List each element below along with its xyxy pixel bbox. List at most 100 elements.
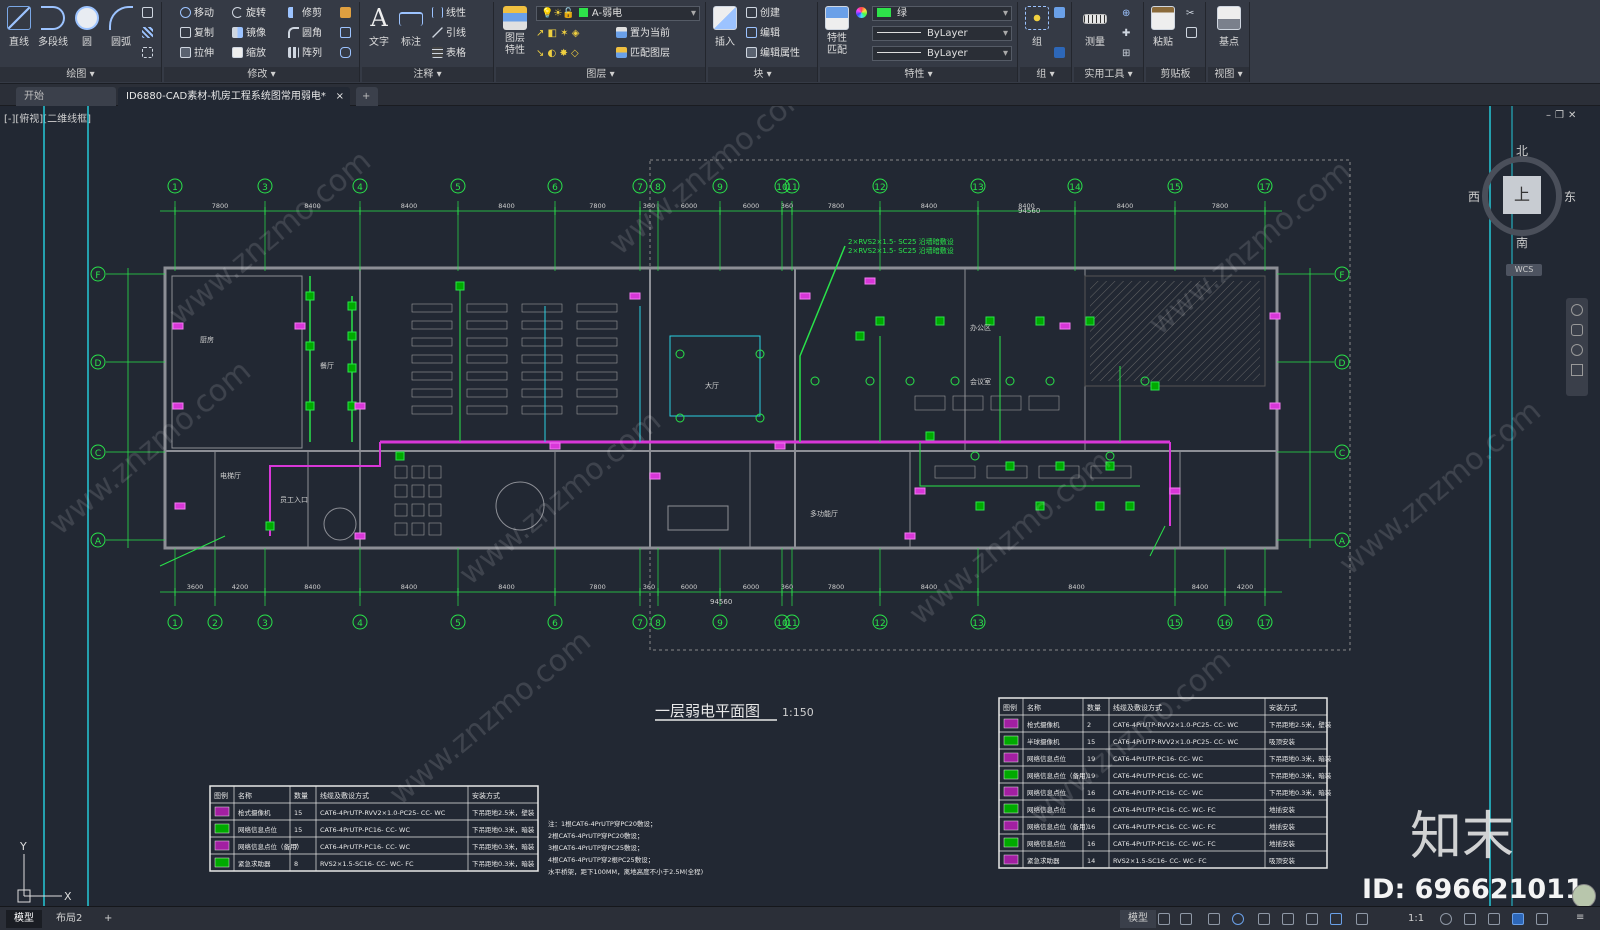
arc-button[interactable]: 圆弧 [106, 6, 136, 48]
create-block-button[interactable]: 创建 [746, 6, 780, 22]
tab-layout2[interactable]: 布局2 [48, 910, 90, 928]
close-viewport-icon[interactable]: ✕ [1568, 110, 1580, 121]
lineweight-dropdown[interactable]: ByLayer ▾ [872, 46, 1012, 61]
insert-button[interactable]: 插入 [710, 6, 740, 48]
lineweight-icon[interactable] [1306, 913, 1318, 925]
utility-tool-2[interactable]: ✚ [1122, 26, 1130, 42]
selection-cycle-icon[interactable] [1330, 913, 1342, 925]
layer-dropdown[interactable]: 💡☀🔓 A-弱电 ▾ [536, 6, 700, 21]
scale-button[interactable]: 缩放 [232, 46, 266, 62]
grid-icon[interactable] [1158, 913, 1170, 925]
tab-start[interactable]: 开始 [16, 87, 116, 106]
compass-south[interactable]: 南 [1516, 234, 1528, 251]
color-dropdown[interactable]: 绿 ▾ [872, 6, 1012, 21]
compass-east[interactable]: 东 [1564, 188, 1576, 205]
clipboard-panel-footer[interactable]: 剪贴板 [1146, 67, 1205, 82]
block-panel-footer[interactable]: 块 ▾ [708, 67, 817, 82]
zoom-icon[interactable] [1571, 344, 1583, 356]
region-button[interactable] [142, 46, 156, 62]
match-layer-button[interactable]: 匹配图层 [616, 46, 670, 62]
restore-icon[interactable]: ❐ [1555, 110, 1568, 121]
explode-button[interactable] [340, 26, 354, 42]
trim-button[interactable]: 修剪 [288, 6, 322, 22]
customization-icon[interactable]: ≡ [1576, 913, 1588, 925]
avatar[interactable] [1572, 884, 1596, 906]
linear-button[interactable]: 线性 [432, 6, 466, 22]
hardware-accel-icon[interactable] [1512, 913, 1524, 925]
copy-clip-button[interactable] [1186, 26, 1200, 42]
tab-model[interactable]: 模型 [6, 910, 42, 928]
layer-tools-row-2[interactable]: ↘ ◐ ✸ ◇ [536, 46, 579, 62]
match-properties-button[interactable]: 特性 匹配 [822, 6, 852, 57]
text-button[interactable]: A 文字 [364, 6, 394, 48]
annotation-visibility-icon[interactable] [1356, 913, 1368, 925]
make-current-button[interactable]: 置为当前 [616, 26, 670, 42]
table-button[interactable]: 表格 [432, 46, 466, 62]
mirror-button[interactable]: 镜像 [232, 26, 266, 42]
groups-panel-footer[interactable]: 组 ▾ [1020, 67, 1071, 82]
modify-panel-footer[interactable]: 修改 ▾ [164, 67, 359, 82]
viewcube-top-face[interactable]: 上 [1503, 176, 1541, 214]
plus-icon[interactable] [1464, 913, 1476, 925]
circle-button[interactable]: 圆 [72, 6, 102, 48]
paste-button[interactable]: 粘贴 [1148, 6, 1178, 48]
wcs-menu[interactable]: WCS [1506, 264, 1542, 276]
cut-button[interactable]: ✂ [1186, 6, 1194, 22]
rotate-button[interactable]: 旋转 [232, 6, 266, 22]
viewcube[interactable]: 上 北 南 东 西 WCS [1468, 142, 1578, 282]
array-button[interactable]: 阵列 [288, 46, 322, 62]
new-tab-button[interactable]: + [356, 87, 378, 106]
ortho-icon[interactable] [1208, 913, 1220, 925]
utilities-panel-footer[interactable]: 实用工具 ▾ [1074, 67, 1143, 82]
close-icon[interactable]: × [336, 87, 344, 106]
move-button[interactable]: 移动 [180, 6, 214, 22]
snap-icon[interactable] [1180, 913, 1192, 925]
compass-west[interactable]: 西 [1468, 188, 1480, 205]
edit-block-button[interactable]: 编辑 [746, 26, 780, 42]
pan-icon[interactable] [1571, 324, 1583, 336]
otrack-icon[interactable] [1282, 913, 1294, 925]
orbit-icon[interactable] [1571, 364, 1583, 376]
model-space-canvas[interactable]: [-][俯视][二维线框] 2×RVS2×1.5- SC25 沿墙暗敷设 2×R… [0, 106, 1600, 906]
group-button[interactable]: 组 [1022, 6, 1052, 48]
fillet-button[interactable]: 圆角 [288, 26, 322, 42]
annotation-panel-footer[interactable]: 注释 ▾ [362, 67, 493, 82]
group-select-button[interactable] [1054, 46, 1068, 62]
base-point-button[interactable]: 基点 [1214, 6, 1244, 48]
clean-screen-icon[interactable] [1536, 913, 1548, 925]
offset-button[interactable] [340, 46, 354, 62]
hatch-button[interactable] [142, 26, 156, 42]
view-panel-footer[interactable]: 视图 ▾ [1208, 67, 1249, 82]
polyline-button[interactable]: 多段线 [38, 6, 68, 48]
line-button[interactable]: 直线 [4, 6, 34, 48]
layer-tools-row[interactable]: ↗ ◧ ✶ ◈ [536, 26, 579, 42]
layer-properties-button[interactable]: 图层 特性 [500, 6, 530, 57]
isolate-icon[interactable] [1488, 913, 1500, 925]
add-layout-button[interactable]: + [96, 910, 120, 928]
copy-button[interactable]: 复制 [180, 26, 214, 42]
measure-button[interactable]: 测量 [1080, 6, 1110, 48]
utility-tool-1[interactable]: ⊕ [1122, 6, 1130, 22]
annotation-scale[interactable]: 1:1 [1400, 910, 1432, 928]
rectangle-button[interactable] [142, 6, 156, 22]
erase-button[interactable] [340, 6, 354, 22]
dimension-button[interactable]: 标注 [396, 6, 426, 48]
gear-icon[interactable] [1440, 913, 1452, 925]
minimize-icon[interactable]: – [1546, 110, 1555, 121]
stretch-button[interactable]: 拉伸 [180, 46, 214, 62]
properties-panel-footer[interactable]: 特性 ▾ [820, 67, 1017, 82]
compass-north[interactable]: 北 [1516, 142, 1528, 159]
edit-attribute-button[interactable]: 编辑属性 [746, 46, 800, 62]
leader-button[interactable]: 引线 [432, 26, 466, 42]
linetype-dropdown[interactable]: ByLayer ▾ [872, 26, 1012, 41]
polar-icon[interactable] [1232, 913, 1244, 925]
legend-cell: 8 [294, 860, 298, 868]
osnap-icon[interactable] [1258, 913, 1270, 925]
steering-wheel-icon[interactable] [1571, 304, 1583, 316]
model-space-button[interactable]: 模型 [1120, 910, 1156, 928]
draw-panel-footer[interactable]: 绘图 ▾ [0, 67, 161, 82]
utility-tool-3[interactable]: ⊞ [1122, 46, 1130, 62]
group-edit-button[interactable] [1054, 6, 1068, 22]
tab-file[interactable]: ID6880-CAD素材-机房工程系统图常用弱电* × [118, 87, 350, 106]
layers-panel-footer[interactable]: 图层 ▾ [496, 67, 705, 82]
